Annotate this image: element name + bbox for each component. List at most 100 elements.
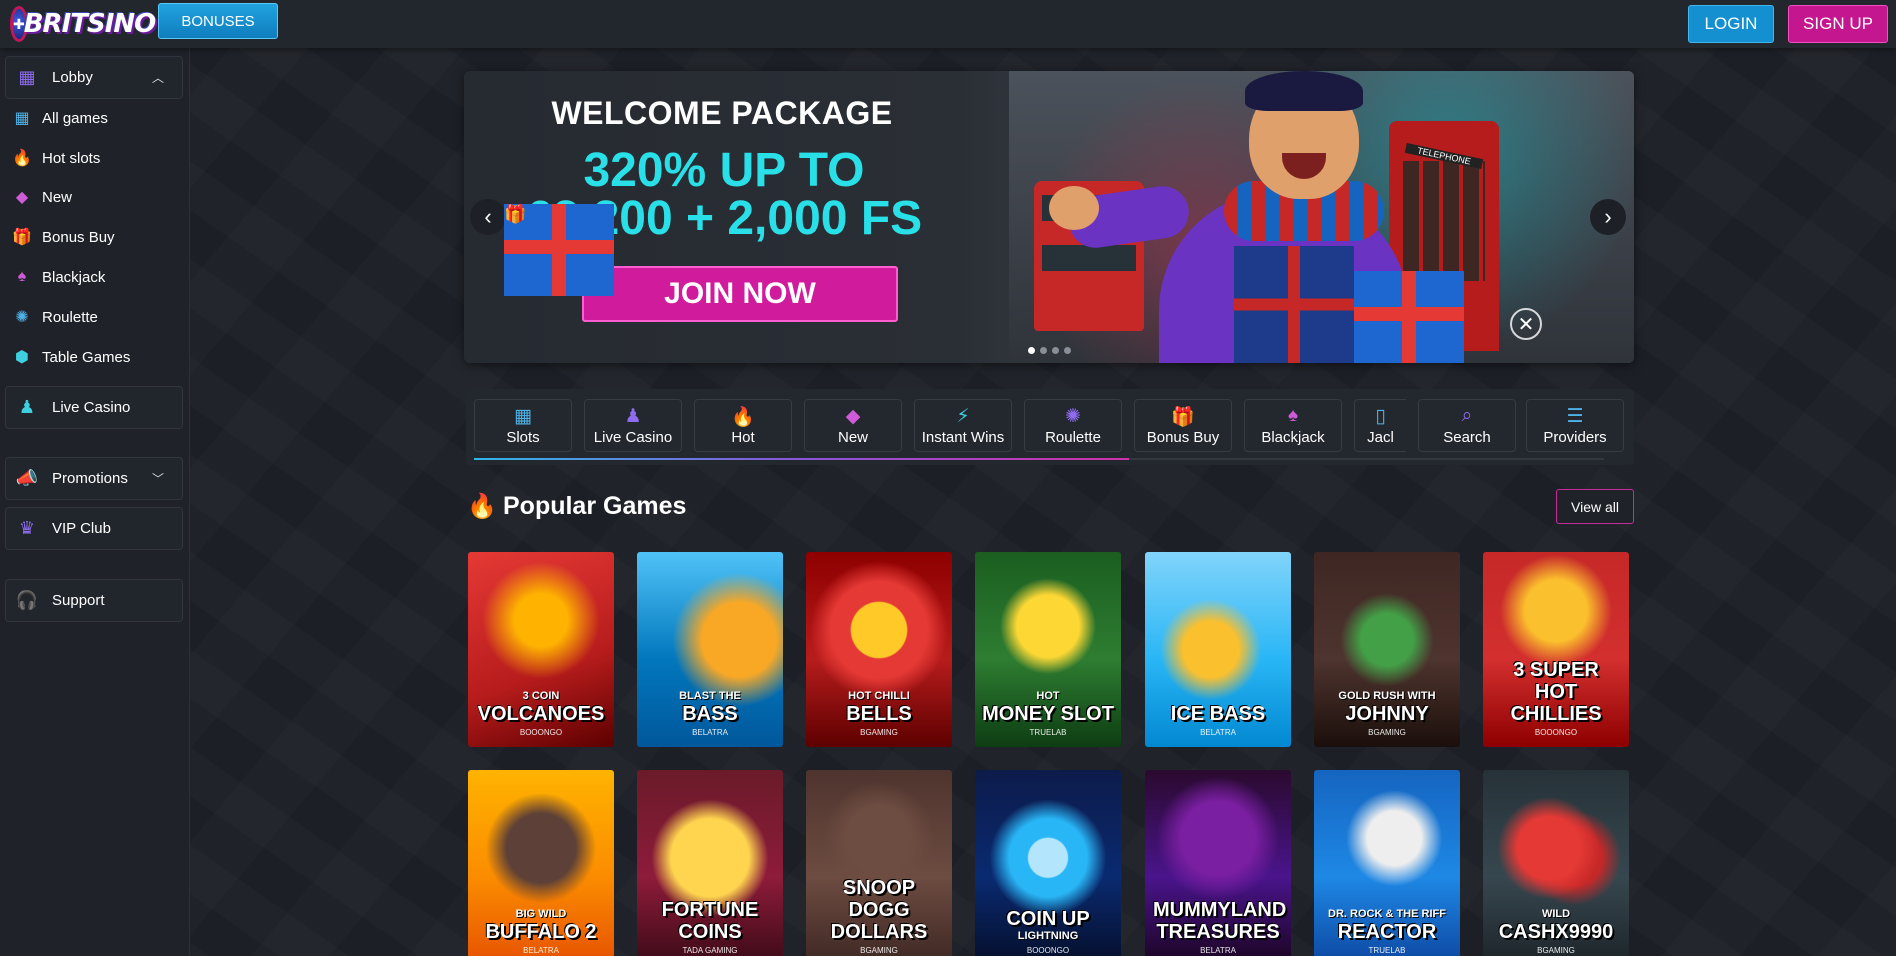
game-card[interactable]: ICE BASS BELATRA	[1145, 552, 1291, 747]
game-title: REACTOR	[1337, 921, 1437, 943]
close-circle-icon: ✕	[1510, 308, 1542, 340]
sidebar-item-label: Blackjack	[42, 268, 106, 286]
category-scroll-track[interactable]	[474, 458, 1604, 460]
category-roulette[interactable]: ✺ Roulette	[1024, 399, 1122, 452]
search-icon: ⌕	[1461, 405, 1473, 426]
sidebar-item-label: Table Games	[42, 348, 131, 366]
category-providers[interactable]: ☰ Providers	[1526, 399, 1624, 452]
game-subtitle: DR. ROCK & THE RIFF	[1328, 908, 1446, 920]
game-card[interactable]: 3 SUPER HOT CHILLIES BOOONGO	[1483, 552, 1629, 747]
game-provider: BGAMING	[1537, 946, 1575, 955]
game-card[interactable]: HOT CHILLI BELLS BGAMING	[806, 552, 952, 747]
mascot-hair	[1245, 71, 1363, 111]
sidebar-item-label: All games	[42, 109, 108, 127]
category-label: Bonus Buy	[1146, 429, 1220, 446]
banner-pagination	[1028, 347, 1071, 354]
sidebar-item-table-games[interactable]: ⬢ Table Games	[12, 343, 182, 371]
flame-icon: 🔥	[467, 493, 497, 520]
category-new[interactable]: ◆ New	[804, 399, 902, 452]
game-title: SNOOP DOGG DOLLARS	[830, 877, 928, 943]
join-now-button[interactable]: JOIN NOW	[582, 266, 898, 322]
pagination-dot[interactable]	[1040, 347, 1047, 354]
category-instant-wins[interactable]: ⚡ Instant Wins	[914, 399, 1012, 452]
cards-icon: ♠	[1287, 405, 1299, 426]
view-all-button[interactable]: View all	[1556, 489, 1634, 524]
sidebar-lobby[interactable]: ▦ Lobby ︿	[5, 56, 183, 99]
sidebar-promotions[interactable]: 📣 Promotions ﹀	[5, 457, 183, 500]
game-provider: BELATRA	[1200, 946, 1236, 955]
category-blackjack[interactable]: ♠ Blackjack	[1244, 399, 1342, 452]
bonuses-button[interactable]: 🎁 BONUSES	[158, 3, 614, 296]
banner-next-arrow[interactable]: ›	[1590, 199, 1626, 235]
dealer-icon: ♟	[624, 406, 642, 427]
category-label: Hot	[731, 429, 755, 446]
gift-icon: 🎁	[1171, 407, 1195, 428]
sidebar-live-casino-label: Live Casino	[52, 399, 131, 416]
category-scroll-thumb[interactable]	[474, 458, 1130, 460]
megaphone-icon: 📣	[15, 468, 39, 488]
sidebar-item-new[interactable]: ◆ New	[12, 183, 182, 211]
diamond-icon: ◆	[15, 189, 29, 206]
game-card[interactable]: MUMMYLAND TREASURES BELATRA	[1145, 770, 1291, 956]
game-title: CASHX9990	[1498, 921, 1614, 943]
category-label: Roulette	[1045, 429, 1101, 446]
game-card[interactable]: SNOOP DOGG DOLLARS BGAMING	[806, 770, 952, 956]
category-search[interactable]: ⌕ Search	[1418, 399, 1516, 452]
sidebar-item-bonus-buy[interactable]: 🎁 Bonus Buy	[12, 223, 182, 251]
game-title: MONEY SLOT	[982, 703, 1114, 725]
category-bonus-buy[interactable]: 🎁 Bonus Buy	[1134, 399, 1232, 452]
game-provider: TADA GAMING	[682, 946, 738, 955]
pagination-dot[interactable]	[1052, 347, 1059, 354]
game-card[interactable]: 3 COIN VOLCANOES BOOONGO	[468, 552, 614, 747]
grid-icon: ▦	[14, 110, 30, 127]
pagination-dot[interactable]	[1064, 347, 1071, 354]
flame-icon: 🔥	[12, 150, 32, 167]
game-title: BELLS	[846, 703, 912, 725]
sidebar-promotions-label: Promotions	[52, 470, 128, 487]
game-provider: TRUELAB	[1029, 728, 1067, 737]
diamond-icon: ◆	[845, 406, 861, 427]
category-live-casino[interactable]: ♟ Live Casino	[584, 399, 682, 452]
sidebar-item-label: Hot slots	[42, 149, 101, 167]
britsino-logo[interactable]: ✚ BRITSINO	[10, 4, 156, 44]
sidebar-item-blackjack[interactable]: ♠ Blackjack	[12, 263, 182, 291]
game-title: COIN UP	[1006, 908, 1090, 930]
sidebar-vip-label: VIP Club	[52, 520, 111, 537]
game-card[interactable]: COIN UP LIGHTNING BOOONGO	[975, 770, 1121, 956]
sidebar-live-casino[interactable]: ♟ Live Casino	[5, 386, 183, 429]
sidebar-item-all-games[interactable]: ▦ All games	[12, 104, 182, 132]
pagination-dot[interactable]	[1028, 347, 1035, 354]
category-label: Jacl	[1367, 429, 1394, 446]
game-provider: BGAMING	[1368, 728, 1406, 737]
banner-prev-arrow[interactable]: ‹	[470, 199, 506, 235]
category-slots[interactable]: ▦ Slots	[474, 399, 572, 452]
sidebar-item-hot-slots[interactable]: 🔥 Hot slots	[12, 144, 182, 172]
category-hot[interactable]: 🔥 Hot	[694, 399, 792, 452]
game-subtitle: LIGHTNING	[1017, 930, 1079, 942]
game-provider: BOOONGO	[1534, 728, 1578, 737]
game-subtitle: GOLD RUSH WITH	[1338, 690, 1436, 702]
game-title: 3 SUPER HOT CHILLIES	[1510, 659, 1602, 725]
game-card[interactable]: GOLD RUSH WITH JOHNNY BGAMING	[1314, 552, 1460, 747]
sidebar-item-label: Roulette	[42, 308, 98, 326]
category-bar: ▦ Slots ♟ Live Casino 🔥 Hot ◆ New ⚡ Inst…	[466, 389, 1634, 465]
category-jackpot-partial[interactable]: ▯ Jacl	[1354, 399, 1406, 452]
game-card[interactable]: BIG WILD BUFFALO 2 BELATRA	[468, 770, 614, 956]
signup-button[interactable]: SIGN UP	[1788, 5, 1888, 43]
sidebar-item-roulette[interactable]: ✺ Roulette	[12, 303, 182, 331]
game-card[interactable]: FORTUNE COINS TADA GAMING	[637, 770, 783, 956]
gift-icon: 🎁	[12, 229, 32, 246]
game-card[interactable]: WILD CASHX9990 BGAMING	[1483, 770, 1629, 956]
game-card[interactable]: DR. ROCK & THE RIFF REACTOR TRUELAB	[1314, 770, 1460, 956]
sidebar-vip-club[interactable]: ♛ VIP Club	[5, 507, 183, 550]
game-provider: BELATRA	[523, 946, 559, 955]
sidebar-support[interactable]: 🎧 Support	[5, 579, 183, 622]
welcome-banner[interactable]: TELEPHONE WELCOME PACKAGE 320% UP TO £2,…	[464, 71, 1634, 363]
game-provider: BGAMING	[860, 946, 898, 955]
dealer-icon: ♟	[18, 397, 36, 417]
game-card[interactable]: HOT MONEY SLOT TRUELAB	[975, 552, 1121, 747]
login-button[interactable]: LOGIN	[1688, 5, 1774, 43]
roulette-icon: ✺	[1065, 406, 1081, 427]
crown-icon: ♛	[18, 518, 36, 538]
game-card[interactable]: BLAST THE BASS BELATRA	[637, 552, 783, 747]
